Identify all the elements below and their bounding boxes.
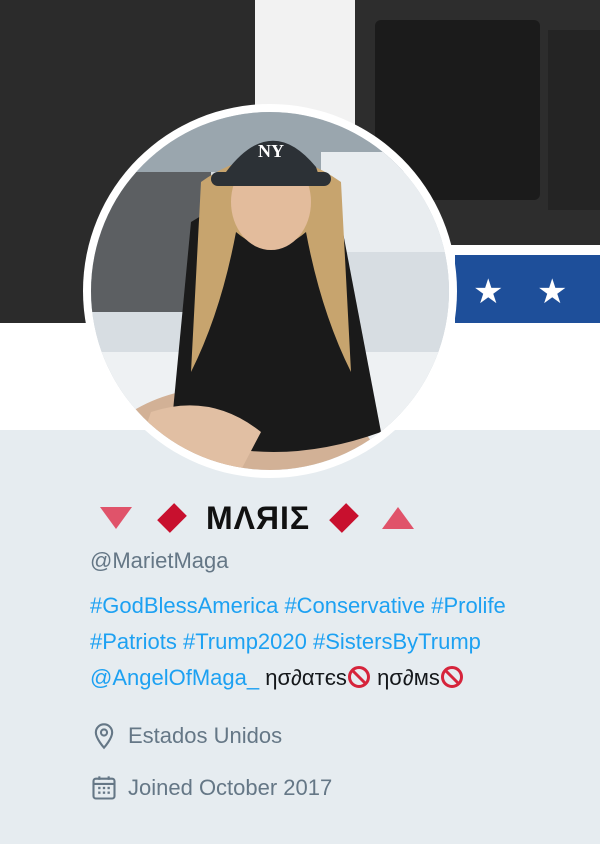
no-entry-emoji-icon (347, 666, 370, 688)
joined-text: Joined October 2017 (128, 775, 333, 800)
display-name: ΜΛЯIΣ (206, 499, 311, 536)
hashtag-link[interactable]: #Trump2020 (183, 629, 307, 654)
banner-flag-stars: ★ ★ (455, 255, 600, 323)
red-triangle-down-icon (100, 507, 132, 529)
profile-meta: Estados Unidos Joined October 2017 (90, 710, 570, 814)
calendar-icon (92, 776, 116, 800)
star-icon: ★ (537, 273, 568, 311)
map-pin-icon (94, 723, 114, 750)
red-diamond-icon (157, 503, 187, 533)
bio-text: ησ∂αтєѕ (265, 665, 347, 690)
star-icon: ★ (473, 273, 504, 311)
display-name-row: ΜΛЯIΣ (100, 490, 570, 546)
avatar-photo-art: NY (91, 112, 449, 470)
red-triangle-up-icon (382, 507, 415, 529)
red-diamond-icon (329, 503, 359, 533)
hashtag-link[interactable]: #GodBlessAmerica (90, 593, 278, 618)
hashtag-link[interactable]: #Patriots (90, 629, 177, 654)
hashtag-link[interactable]: #Conservative (284, 593, 425, 618)
hashtag-link[interactable]: #SistersByTrump (313, 629, 481, 654)
no-entry-emoji-icon (440, 666, 463, 688)
bio-text: ησ∂мѕ (377, 665, 440, 690)
banner-inset-right (548, 30, 600, 210)
profile-handle: @MarietMaga (90, 548, 229, 573)
svg-text:NY: NY (258, 141, 284, 161)
hashtag-link[interactable]: #Prolife (431, 593, 506, 618)
joined-row: Joined October 2017 (90, 762, 570, 814)
profile-avatar[interactable]: NY (83, 104, 457, 478)
profile-bio: #GodBlessAmerica #Conservative #Prolife … (90, 588, 560, 696)
location-row: Estados Unidos (90, 710, 570, 762)
mention-link[interactable]: @AngelOfMaga_ (90, 665, 259, 690)
location-text: Estados Unidos (128, 723, 283, 748)
avatar-photo: NY (91, 112, 449, 470)
profile-info: ΜΛЯIΣ @MarietMaga #GodBlessAmerica #Cons… (90, 490, 570, 814)
